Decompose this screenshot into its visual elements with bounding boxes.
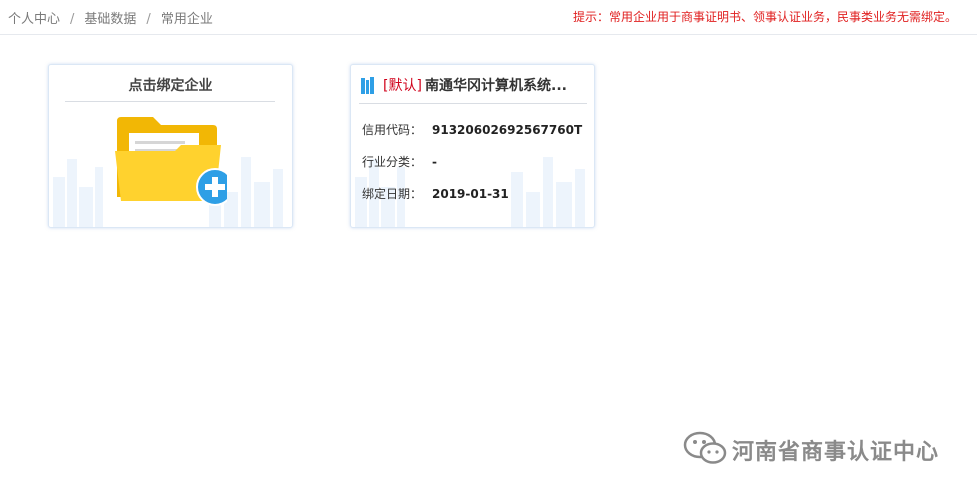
- bind-date-value: 2019-01-31: [432, 187, 509, 201]
- breadcrumb-separator: /: [70, 12, 75, 27]
- industry-label: 行业分类：: [362, 155, 423, 169]
- company-card[interactable]: [默认] 南通华冈计算机系统... 信用代码： 91320602692567760…: [350, 64, 595, 228]
- bind-date-label: 绑定日期：: [362, 187, 423, 201]
- breadcrumb-item-personal-center[interactable]: 个人中心: [8, 12, 60, 27]
- watermark-text: 河南省商事认证中心: [732, 440, 940, 465]
- company-card-header: [默认] 南通华冈计算机系统...: [361, 75, 586, 97]
- bind-date-row: 绑定日期： 2019-01-31: [362, 185, 509, 202]
- divider: [65, 101, 275, 102]
- default-tag: [默认]: [383, 78, 422, 94]
- bind-company-title[interactable]: 点击绑定企业: [49, 75, 292, 95]
- credit-code-row: 信用代码： 91320602692567760T: [362, 121, 582, 138]
- top-bar: 个人中心 / 基础数据 / 常用企业 提示：常用企业用于商事证明书、领事认证业务，民事类…: [0, 0, 977, 35]
- breadcrumb-separator: /: [146, 12, 151, 27]
- skyline-background: [355, 157, 585, 227]
- company-name: 南通华冈计算机系统...: [425, 78, 567, 94]
- industry-row: 行业分类： -: [362, 153, 437, 170]
- industry-value: -: [432, 155, 437, 169]
- watermark: 河南省商事认证中心: [682, 428, 962, 468]
- folder-add-icon[interactable]: [115, 115, 234, 209]
- notice-text: 提示：常用企业用于商事证明书、领事认证业务，民事类业务无需绑定。: [572, 10, 957, 24]
- breadcrumb: 个人中心 / 基础数据 / 常用企业: [8, 8, 213, 27]
- credit-code-label: 信用代码：: [362, 123, 423, 137]
- wechat-icon: [683, 431, 727, 464]
- book-icon: [361, 77, 377, 99]
- breadcrumb-item-common-companies[interactable]: 常用企业: [161, 12, 213, 27]
- credit-code-value: 91320602692567760T: [432, 123, 583, 137]
- divider: [359, 103, 587, 104]
- breadcrumb-item-basic-data[interactable]: 基础数据: [84, 12, 136, 27]
- bind-company-card[interactable]: 点击绑定企业: [48, 64, 293, 228]
